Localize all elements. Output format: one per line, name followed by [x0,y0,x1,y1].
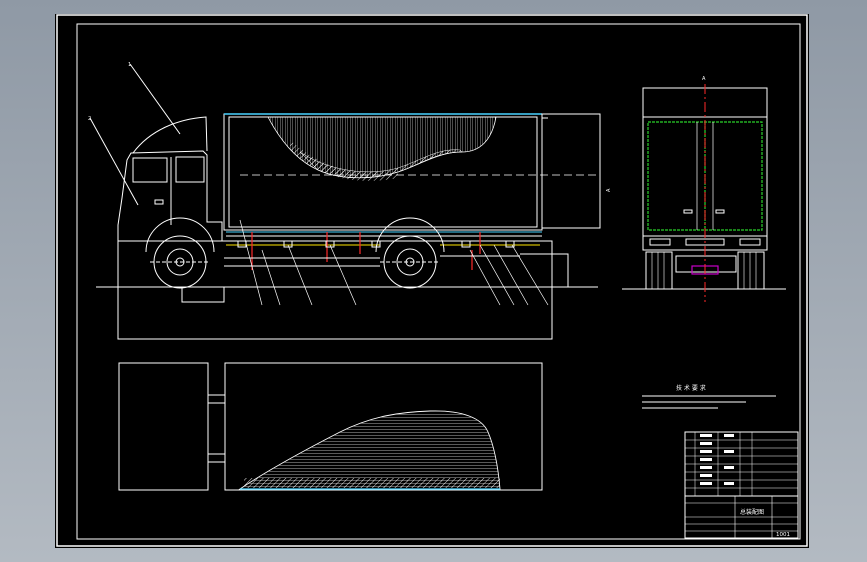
svg-text:A: A [606,188,612,192]
cad-drawing: 1 2 A A 技 术 要 求 总装配图 1001 [56,14,808,547]
drawing-number: 1001 [776,532,790,538]
cad-viewport[interactable]: 1 2 A A 技 术 要 求 总装配图 1001 [0,0,867,562]
svg-text:1: 1 [128,62,131,68]
tech-req-title: 技 术 要 求 [676,384,706,392]
svg-text:A: A [702,76,706,82]
svg-text:2: 2 [88,116,91,122]
drawing-title: 总装配图 [740,508,764,516]
